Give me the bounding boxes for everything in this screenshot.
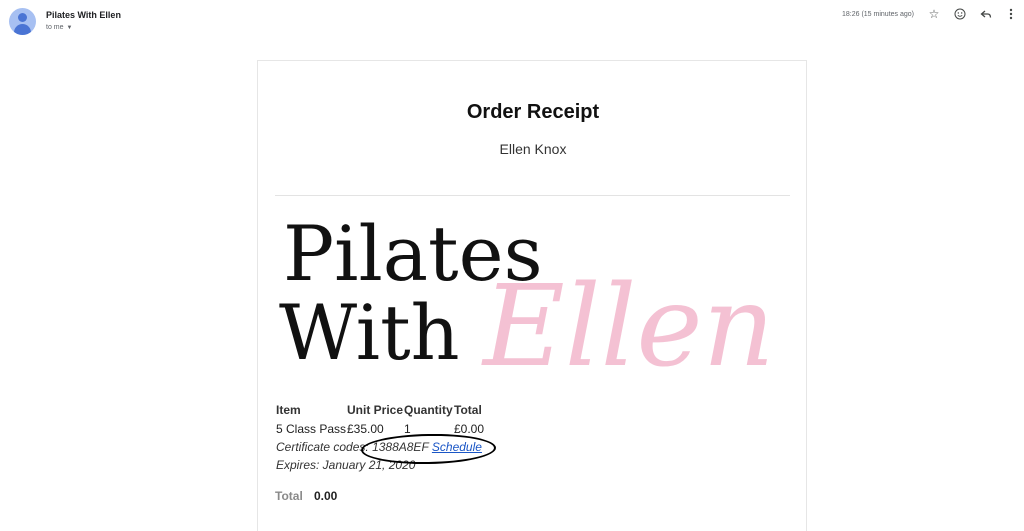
recipient-details-toggle[interactable]: to me ▼ bbox=[46, 24, 72, 31]
more-vert-icon[interactable] bbox=[1003, 6, 1019, 22]
recipient-label: to me bbox=[46, 24, 64, 31]
sender-name[interactable]: Pilates With Ellen bbox=[46, 10, 121, 20]
emoji-icon[interactable] bbox=[952, 6, 968, 22]
column-header-total: Total bbox=[454, 403, 482, 417]
receipt-card: Order Receipt Ellen Knox Pilates With El… bbox=[257, 60, 807, 531]
column-header-unit-price: Unit Price bbox=[347, 403, 404, 417]
logo-word-with: With bbox=[279, 288, 460, 377]
logo-word-ellen: Ellen bbox=[481, 262, 775, 383]
pilates-with-ellen-logo: Pilates With Ellen bbox=[279, 209, 775, 383]
total-value: 0.00 bbox=[314, 489, 338, 503]
reply-icon[interactable] bbox=[978, 6, 994, 22]
highlight-oval-annotation bbox=[360, 432, 497, 466]
sender-avatar[interactable] bbox=[9, 8, 36, 35]
email-header: Pilates With Ellen to me ▼ 18:26 (15 minu… bbox=[0, 0, 1024, 40]
divider bbox=[275, 195, 790, 196]
column-header-quantity: Quantity bbox=[404, 403, 453, 417]
total-label: Total bbox=[275, 489, 303, 503]
receipt-title: Order Receipt bbox=[466, 101, 600, 123]
customer-name: Ellen Knox bbox=[499, 141, 567, 157]
star-icon[interactable]: ☆ bbox=[926, 6, 942, 22]
column-header-item: Item bbox=[276, 403, 301, 417]
line-item-unit-price: £35.00 bbox=[347, 422, 384, 436]
avatar-person-icon bbox=[18, 13, 27, 22]
email-timestamp: 18:26 (15 minutes ago) bbox=[842, 11, 914, 18]
line-item-name: 5 Class Pass bbox=[276, 422, 347, 436]
certificate-label: Certificate codes: bbox=[276, 440, 369, 454]
line-item-total: £0.00 bbox=[454, 422, 485, 436]
caret-down-icon: ▼ bbox=[66, 25, 73, 31]
